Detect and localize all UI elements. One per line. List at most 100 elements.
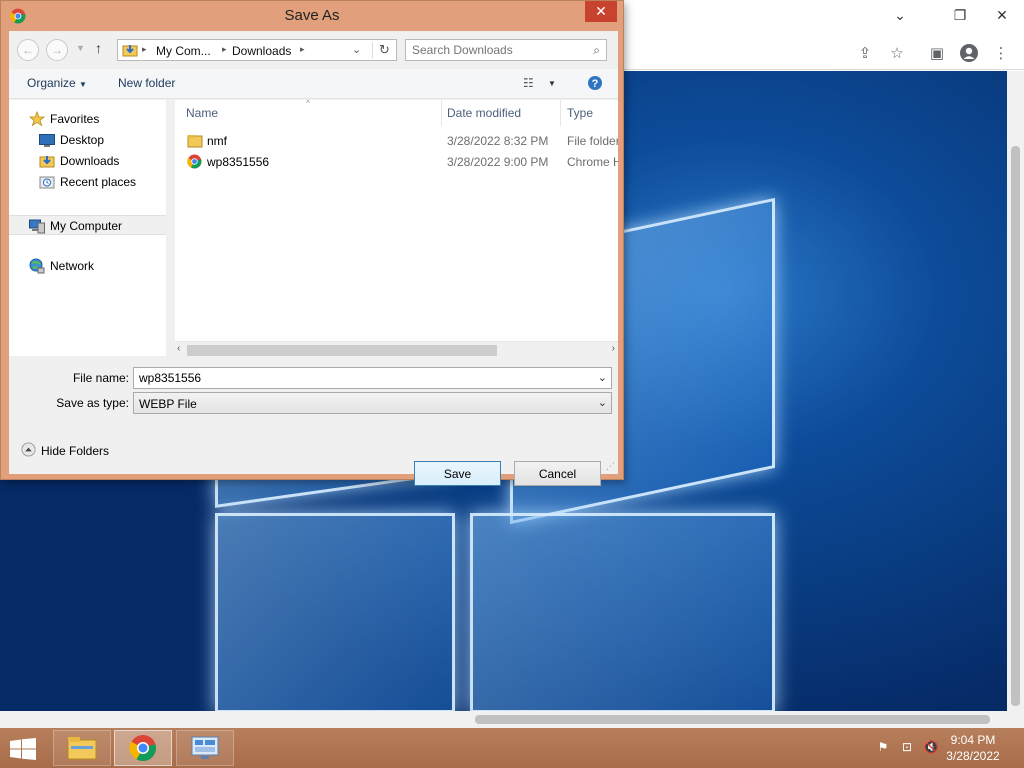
nav-recent-places[interactable]: Recent places [39,172,136,192]
chrome-file-icon [187,154,202,172]
refresh-icon[interactable]: ↻ [372,42,390,58]
file-list-horizontal-scrollbar[interactable]: ‹ › [175,341,618,357]
nav-downloads[interactable]: Downloads [39,151,119,171]
horizontal-scrollbar[interactable] [0,711,1024,728]
address-bar[interactable]: ▸ My Com... ▸ Downloads ▸ ⌄ ↻ [117,39,397,61]
file-row[interactable]: wp8351556 3/28/2022 9:00 PM Chrome H [175,151,618,172]
save-options-pane: File name: ⌄ Save as type: WEBP File ⌄ H… [9,357,618,486]
search-icon[interactable]: ⌕ [593,43,600,58]
recent-places-icon [39,174,55,190]
save-button[interactable]: Save [414,461,501,486]
nav-desktop[interactable]: Desktop [39,130,104,150]
breadcrumb-downloads[interactable]: Downloads [232,44,291,58]
chevron-down-icon[interactable]: ⌄ [598,396,607,409]
search-box[interactable]: ⌕ [405,39,607,61]
help-icon[interactable]: ? [587,75,603,94]
file-date: 3/28/2022 9:00 PM [447,155,549,169]
nav-network-label: Network [50,259,95,273]
breadcrumb-my-computer[interactable]: My Com... [156,44,211,58]
address-dropdown-chevron-icon[interactable]: ⌄ [352,43,361,56]
clock-time: 9:04 PM [950,733,996,747]
organize-button[interactable]: Organize ▼ [27,76,87,90]
search-input[interactable] [412,43,582,57]
menu-dots-icon[interactable]: ⋮ [988,41,1014,65]
action-center-flag-icon[interactable]: ⚑ [874,740,892,756]
file-name-label: File name: [72,371,129,385]
file-row[interactable]: nmf 3/28/2022 8:32 PM File folder [175,130,618,151]
dialog-close-button[interactable]: ✕ [585,1,617,22]
column-divider[interactable] [441,100,442,126]
windows-start-icon[interactable] [10,738,36,763]
back-arrow-icon[interactable]: ← [17,39,39,61]
computer-icon [29,218,45,234]
control-panel-taskbar-icon[interactable] [176,730,234,766]
bookmark-star-icon[interactable]: ☆ [884,41,910,65]
vertical-scroll-thumb[interactable] [1011,146,1020,706]
file-list-scroll-thumb[interactable] [187,345,497,356]
file-type: File folder [567,134,618,148]
cancel-button[interactable]: Cancel [514,461,601,486]
nav-downloads-label: Downloads [60,154,120,168]
new-folder-button[interactable]: New folder [118,76,175,90]
nav-my-computer[interactable]: My Computer [9,215,166,235]
scroll-left-arrow-icon[interactable]: ‹ [177,343,180,354]
chrome-taskbar-icon[interactable] [114,730,172,766]
star-icon [28,110,46,127]
organize-dropdown-icon: ▼ [79,80,87,89]
scroll-right-arrow-icon[interactable]: › [612,343,615,354]
restore-icon[interactable]: ❐ [940,0,980,30]
save-as-type-label: Save as type: [56,396,129,410]
save-as-dialog: Save As ✕ ← → ▼ ↑ ▸ My Com... ▸ Download… [0,0,624,486]
view-dropdown-icon[interactable]: ▼ [548,79,556,88]
nav-network[interactable]: Network [29,256,94,276]
downloads-folder-icon [39,153,55,169]
breadcrumb-chevron-icon: ▸ [142,44,147,54]
column-header-name[interactable]: Name [186,106,218,120]
file-name-input[interactable] [139,371,579,385]
hide-folders-label: Hide Folders [41,444,110,458]
chevron-down-icon[interactable]: ⌄ [880,0,920,30]
file-date: 3/28/2022 8:32 PM [447,134,549,148]
horizontal-scroll-thumb[interactable] [475,715,990,724]
window-pane-lower-left [215,513,455,711]
folder-icon [187,133,203,152]
downloads-folder-icon [122,42,138,61]
breadcrumb-chevron-icon[interactable]: ▸ [300,44,305,55]
file-explorer-taskbar-icon[interactable] [53,730,111,766]
column-divider[interactable] [560,100,561,126]
chevron-down-icon[interactable]: ⌄ [598,371,607,384]
close-icon[interactable]: ✕ [982,0,1022,30]
up-arrow-icon[interactable]: ↑ [95,40,102,56]
desktop-icon [39,132,55,148]
vertical-scrollbar[interactable] [1007,71,1024,711]
recent-locations-chevron-icon[interactable]: ▼ [76,43,85,53]
file-list: ^ Name Date modified Type nmf 3/28/2022 … [175,100,618,341]
share-icon[interactable]: ⇪ [852,41,878,65]
save-as-type-value: WEBP File [139,397,197,411]
save-as-type-select[interactable]: WEBP File ⌄ [133,392,612,414]
nav-desktop-label: Desktop [60,133,105,147]
breadcrumb-chevron-icon[interactable]: ▸ [222,44,227,55]
view-options-icon[interactable]: ☷ [523,76,534,90]
dialog-titlebar[interactable]: Save As ✕ [1,1,623,31]
hide-folders-toggle[interactable]: Hide Folders [21,442,109,460]
forward-arrow-icon[interactable]: → [46,39,68,61]
column-header-type[interactable]: Type [567,106,593,120]
clock-date: 3/28/2022 [946,749,1000,763]
file-name: wp8351556 [207,155,270,169]
nav-favorites[interactable]: Favorites [28,109,99,129]
network-icon[interactable]: ⊡ [898,740,916,756]
navigation-bar: ← → ▼ ↑ ▸ My Com... ▸ Downloads ▸ ⌄ ↻ ⌕ [9,31,618,67]
column-header-date-modified[interactable]: Date modified [447,106,521,120]
file-name-field[interactable]: ⌄ [133,367,612,389]
profile-avatar-icon[interactable] [956,41,982,65]
taskbar-clock[interactable]: 9:04 PM 3/28/2022 [938,732,1008,764]
resize-grip-icon[interactable]: ⋰ [606,461,615,472]
sort-arrow-icon: ^ [306,100,310,108]
nav-my-computer-label: My Computer [50,219,123,233]
side-panel-icon[interactable]: ▣ [924,41,950,65]
window-pane-lower-right [470,513,775,711]
dialog-title: Save As [284,7,340,24]
file-name: nmf [207,134,228,148]
collapse-up-icon [21,442,36,460]
